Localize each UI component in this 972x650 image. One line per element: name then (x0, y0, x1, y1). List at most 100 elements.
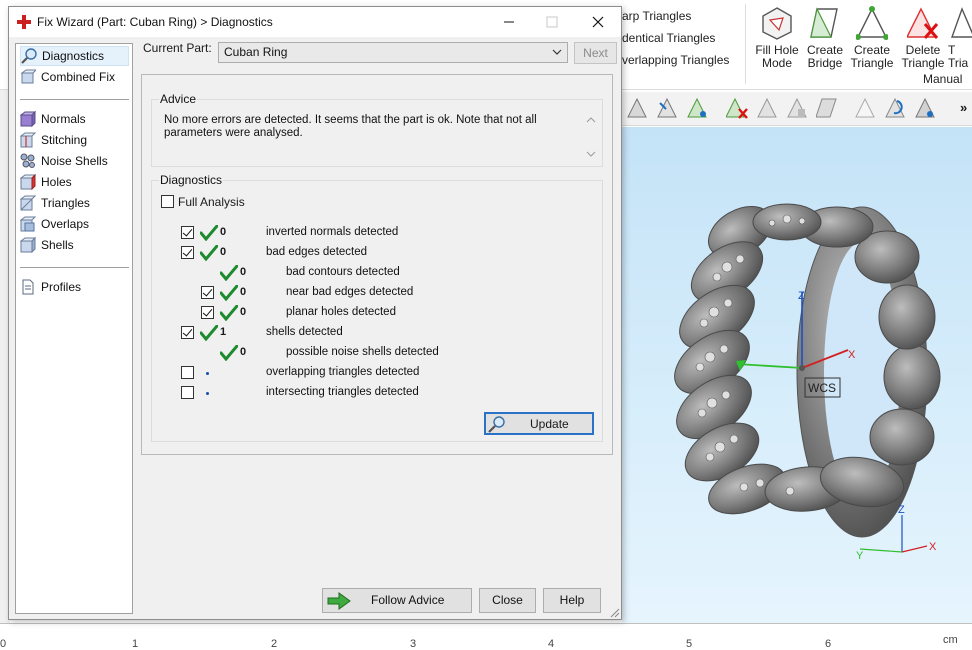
ruler-unit: cm (943, 634, 958, 646)
triad-y-axis (859, 548, 903, 553)
ribbon-sharp-triangles[interactable]: arp Triangles (622, 9, 691, 23)
nav-item-label: Shells (41, 238, 74, 252)
fill-hole-icon (762, 7, 792, 40)
flip-icon[interactable] (786, 97, 808, 119)
diagnostic-checkbox[interactable] (201, 306, 214, 319)
document-icon (22, 279, 34, 295)
triad-x-axis (901, 545, 928, 553)
update-label: Update (530, 417, 569, 431)
nav-item-profiles[interactable]: Profiles (20, 277, 129, 297)
3d-viewport[interactable]: Z X WCS Z X Y (622, 127, 972, 624)
nav-item-triangles[interactable]: Triangles (20, 193, 129, 213)
pending-dot-icon (206, 392, 209, 395)
diagnostic-label: intersecting triangles detected (266, 386, 419, 398)
wcs-z-label: Z (798, 290, 805, 302)
triangle-tool-icon (951, 7, 972, 38)
chevron-down-icon (552, 49, 562, 55)
ruler-tick: 3 (410, 638, 417, 650)
ribbon-overlapping-triangles[interactable]: verlapping Triangles (622, 53, 729, 67)
y-axis (736, 363, 803, 369)
diagnostic-checkbox[interactable] (181, 246, 194, 259)
minimize-icon[interactable] (500, 13, 518, 31)
diagnostic-label: shells detected (266, 326, 343, 338)
close-button[interactable]: Close (479, 588, 536, 613)
diagnostic-checkbox[interactable] (201, 286, 214, 299)
next-button[interactable]: Next (574, 42, 617, 64)
magnifier-icon (488, 416, 505, 433)
green-arrow-icon (327, 592, 351, 610)
diagnostic-count: 0 (220, 246, 227, 258)
diagnostic-label: possible noise shells detected (286, 346, 439, 358)
part-render: Z X WCS Z X Y (674, 203, 941, 562)
nav-item-label: Stitching (41, 133, 88, 147)
nav-item-normals[interactable]: Normals (20, 109, 129, 129)
nav-item-diagnostics[interactable]: Diagnostics (20, 46, 129, 66)
follow-advice-button[interactable]: Follow Advice (322, 588, 472, 613)
overlaps-icon (20, 216, 36, 232)
close-icon[interactable] (589, 13, 607, 31)
triangle-mode-icon[interactable] (686, 97, 708, 119)
diagnostics-title: Diagnostics (159, 173, 224, 187)
full-analysis-checkbox[interactable] (161, 195, 174, 208)
dialog-titlebar[interactable]: Fix Wizard (Part: Cuban Ring) > Diagnost… (9, 7, 621, 37)
resize-grip-icon[interactable] (610, 608, 620, 618)
nav-item-holes[interactable]: Holes (20, 172, 129, 192)
nav-item-overlaps[interactable]: Overlaps (20, 214, 129, 234)
nav-item-combined-fix[interactable]: Combined Fix (20, 67, 129, 87)
diagnostic-row: 1 shells detected (142, 325, 602, 341)
dialog-title: Fix Wizard (Part: Cuban Ring) > Diagnost… (37, 15, 273, 29)
delete-triangle-icon (907, 7, 939, 39)
nav-item-label: Noise Shells (41, 154, 108, 168)
nav-item-stitching[interactable]: Stitching (20, 130, 129, 150)
triangles-icon (20, 195, 36, 211)
green-check-icon (200, 325, 218, 341)
maximize-icon[interactable] (543, 13, 561, 31)
create-bridge-button[interactable]: Create Bridge (800, 6, 850, 70)
red-cross-icon (17, 15, 31, 29)
diagnostic-row: overlapping triangles detected (142, 365, 602, 381)
update-button[interactable]: Update (484, 412, 594, 435)
diagnostic-checkbox[interactable] (181, 326, 194, 339)
shell-mode-icon[interactable] (756, 97, 778, 119)
help-button[interactable]: Help (543, 588, 601, 613)
fill-hole-mode-button[interactable]: Fill Hole Mode (752, 6, 802, 70)
create-bridge-label: Create Bridge (806, 43, 844, 70)
advice-text: No more errors are detected. It seems th… (164, 114, 537, 139)
delete-triangle-button[interactable]: Delete Triangle (898, 6, 948, 70)
diagnostic-label: planar holes detected (286, 306, 396, 318)
follow-advice-label: Follow Advice (371, 593, 445, 607)
diagnostic-checkbox[interactable] (181, 366, 194, 379)
green-check-icon (200, 225, 218, 241)
transparent-triangle-icon[interactable] (854, 97, 876, 119)
nav-separator (20, 267, 129, 268)
advice-title: Advice (159, 92, 198, 106)
diagnostic-checkbox[interactable] (181, 226, 194, 239)
ribbon-separator (745, 4, 746, 84)
diagnostic-checkbox[interactable] (181, 386, 194, 399)
view-toolbar: » (622, 92, 972, 126)
create-triangle-button[interactable]: Create Triangle (847, 6, 897, 70)
create-bridge-icon (810, 7, 838, 38)
advice-scrollbar[interactable] (584, 114, 598, 160)
triangle-info-icon[interactable] (914, 97, 936, 119)
surface-mode-icon[interactable] (816, 97, 838, 119)
current-part-select[interactable]: Cuban Ring (218, 42, 568, 63)
select-triangles-icon[interactable] (656, 97, 678, 119)
diagnostic-label: near bad edges detected (286, 286, 414, 298)
nav-separator (20, 99, 129, 100)
refresh-triangle-icon[interactable] (884, 97, 906, 119)
create-triangle-icon (856, 6, 888, 40)
fill-hole-mode-label: Fill Hole Mode (755, 43, 799, 70)
diagnostic-count: 0 (240, 346, 247, 358)
create-triangle-label: Create Triangle (850, 43, 894, 70)
diagnostic-count: 0 (220, 226, 227, 238)
nav-item-noise-shells[interactable]: Noise Shells (20, 151, 129, 171)
wcs-label: WCS (808, 381, 836, 395)
pending-dot-icon (206, 372, 209, 375)
toolbar-overflow-icon[interactable]: » (960, 100, 967, 115)
nav-item-shells[interactable]: Shells (20, 235, 129, 255)
triangle-tool-button[interactable]: T Tria (948, 6, 972, 70)
mark-triangles-icon[interactable] (626, 97, 648, 119)
delete-marked-icon[interactable] (726, 97, 748, 119)
ribbon-identical-triangles[interactable]: dentical Triangles (622, 31, 715, 45)
